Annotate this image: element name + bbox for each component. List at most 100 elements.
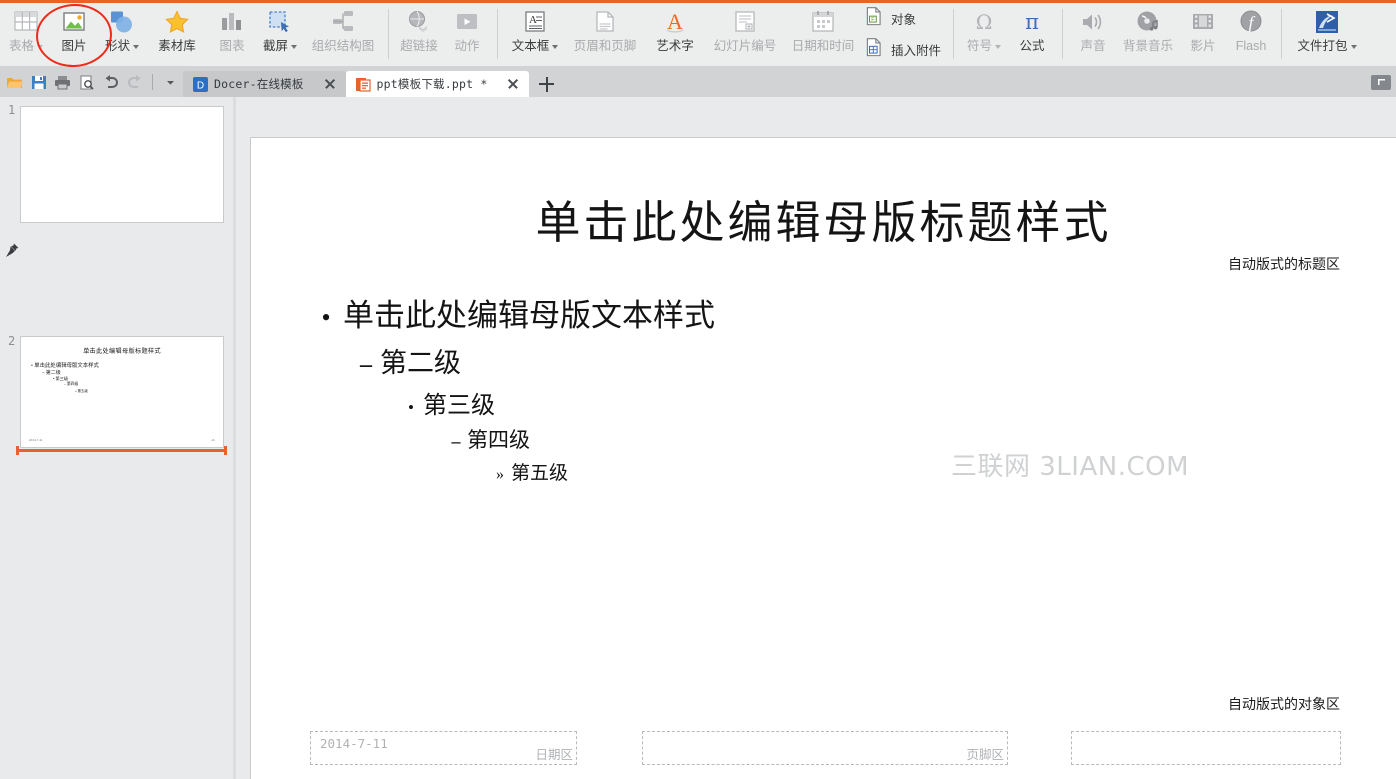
action-icon: [454, 7, 480, 37]
ribbon-group-links: 超链接 动作: [395, 3, 491, 67]
ribbon-button-label: 文件打包: [1298, 39, 1357, 53]
tabbar-right-controls: [1371, 67, 1396, 97]
ribbon-separator: [497, 9, 498, 59]
ribbon-button-formula[interactable]: π 公式: [1008, 3, 1056, 67]
close-icon[interactable]: [505, 76, 521, 92]
bullet-text: 单击此处编辑母版文本样式: [343, 298, 715, 333]
ribbon-button-headerfooter[interactable]: 页眉和页脚: [566, 3, 644, 67]
svg-text:A: A: [529, 14, 537, 26]
ribbon-button-hyperlink[interactable]: 超链接: [395, 3, 443, 67]
tab-docer-online-templates[interactable]: D Docer-在线模板: [183, 71, 346, 97]
slide-canvas[interactable]: 单击此处编辑母版标题样式 • 单击此处编辑母版文本样式 – 第二级 • 第三级 …: [250, 137, 1396, 779]
screenshot-icon: [267, 7, 293, 37]
ribbon-button-label: 表格: [9, 39, 43, 53]
header-footer-icon: [592, 7, 618, 37]
svg-text:Ω: Ω: [976, 10, 993, 34]
redo-icon[interactable]: [126, 74, 143, 91]
package-icon: [1314, 7, 1340, 37]
chevron-down-icon[interactable]: [37, 44, 43, 49]
chevron-down-icon[interactable]: [995, 44, 1002, 49]
ribbon-button-chart[interactable]: 图表: [208, 3, 256, 67]
ribbon-button-datetime[interactable]: 日期和时间: [784, 3, 862, 67]
chevron-down-icon[interactable]: [552, 44, 559, 49]
ribbon-button-action[interactable]: 动作: [443, 3, 491, 67]
bullet-glyph: –: [451, 431, 461, 451]
tab-label: ppt模板下载.ppt *: [376, 77, 488, 91]
new-tab-button[interactable]: [529, 71, 563, 97]
ribbon-group-symbols: Ω 符号 π 公式: [960, 3, 1056, 67]
ribbon-group-media: 声音 背景音乐 影片 f Flash: [1069, 3, 1275, 67]
folder-open-icon[interactable]: [6, 74, 23, 91]
print-icon[interactable]: [54, 74, 71, 91]
ribbon-button-slidenumber[interactable]: 幻灯片编号: [706, 3, 784, 67]
thumbnail-slide-2[interactable]: 单击此处编辑母版标题样式 • 单击此处编辑母版文本样式 – 第二级 • 第三级 …: [20, 336, 224, 448]
ribbon-button-filepackage[interactable]: 文件打包: [1288, 3, 1366, 67]
ribbon-button-label: 形状: [105, 39, 139, 53]
bullet-level-4[interactable]: – 第四级: [445, 424, 715, 454]
table-icon: [13, 7, 39, 37]
ribbon-button-symbol[interactable]: Ω 符号: [960, 3, 1008, 67]
ribbon-button-picture[interactable]: 图片: [50, 3, 98, 67]
ribbon-button-textbox[interactable]: A 文本框: [504, 3, 566, 67]
shapes-icon: [109, 7, 135, 37]
ribbon-button-label: 素材库: [158, 39, 196, 53]
speaker-icon: [1080, 7, 1106, 37]
ribbon-button-flash[interactable]: f Flash: [1227, 3, 1275, 67]
slide-master-body-placeholder[interactable]: • 单击此处编辑母版文本样式 – 第二级 • 第三级 – 第四级 » 第五级: [309, 290, 715, 485]
ribbon-button-label: 文本框: [512, 39, 559, 53]
bullet-level-2[interactable]: – 第二级: [352, 341, 715, 380]
chevron-down-icon[interactable]: [1350, 44, 1357, 49]
ribbon-button-attachment[interactable]: 插入附件: [864, 37, 941, 64]
chevron-down-icon[interactable]: [291, 44, 297, 49]
film-icon: [1190, 7, 1216, 37]
chevron-down-icon[interactable]: [162, 74, 179, 91]
ribbon-group-text: A 文本框 页眉和页脚 A 艺术字 幻灯片编号 日期和时间 F 对象 插入附件: [504, 3, 947, 67]
ribbon-button-movie[interactable]: 影片: [1179, 3, 1227, 67]
ribbon-button-object[interactable]: F 对象: [864, 6, 941, 33]
ribbon-button-sound[interactable]: 声音: [1069, 3, 1117, 67]
ribbon-button-wordart[interactable]: A 艺术字: [644, 3, 706, 67]
mini-slide-title: 单击此处编辑母版标题样式: [83, 348, 161, 355]
pin-icon[interactable]: [4, 242, 20, 258]
ribbon-button-label: 符号: [967, 39, 1002, 53]
close-icon[interactable]: [322, 76, 338, 92]
print-preview-icon[interactable]: [78, 74, 95, 91]
bullet-level-5[interactable]: » 第五级: [489, 458, 715, 485]
footer-placeholder[interactable]: 页脚区: [642, 731, 1008, 765]
ribbon-button-label: Flash: [1235, 39, 1267, 53]
slide-number-icon: [732, 7, 758, 37]
slide-thumbnail-pane[interactable]: 1 2 单击此处编辑母版标题样式 • 单击此处编辑母版文本样式 – 第二级 • …: [0, 97, 233, 779]
restore-window-button[interactable]: [1371, 74, 1391, 90]
ribbon-button-shape[interactable]: 形状: [98, 3, 146, 67]
bullet-level-1[interactable]: • 单击此处编辑母版文本样式: [309, 290, 715, 335]
tab-label: Docer-在线模板: [214, 77, 304, 91]
footer-placeholder-tag: 页脚区: [966, 747, 1004, 762]
chevron-down-icon[interactable]: [133, 44, 139, 49]
ribbon-button-label: 背景音乐: [1123, 39, 1174, 53]
bullet-glyph: •: [408, 398, 414, 417]
tab-ppt-template-download[interactable]: ppt模板下载.ppt *: [345, 71, 530, 97]
date-placeholder-tag: 日期区: [535, 747, 573, 762]
bullet-level-3[interactable]: • 第三级: [399, 385, 715, 420]
ribbon-button-smartart[interactable]: 组织结构图: [304, 3, 382, 67]
slide-master-title[interactable]: 单击此处编辑母版标题样式: [251, 186, 1396, 251]
ribbon-button-label: 页眉和页脚: [573, 39, 637, 53]
date-placeholder[interactable]: 2014-7-11 日期区: [310, 731, 577, 765]
svg-text:A: A: [667, 9, 683, 34]
ribbon-button-table[interactable]: 表格: [2, 3, 50, 67]
slide-number-placeholder[interactable]: [1071, 731, 1341, 765]
flash-icon: f: [1238, 7, 1264, 37]
ribbon-button-capture[interactable]: 截屏: [256, 3, 304, 67]
ribbon-button-label: 组织结构图: [311, 39, 375, 53]
slide-insertion-marker: [16, 446, 227, 455]
undo-icon[interactable]: [102, 74, 119, 91]
ribbon-button-label: 超链接: [400, 39, 438, 53]
chart-icon: [219, 7, 245, 37]
save-icon[interactable]: [30, 74, 47, 91]
thumbnail-slide-1[interactable]: [20, 106, 224, 223]
ribbon-button-bgm[interactable]: 背景音乐: [1117, 3, 1179, 67]
bullet-glyph: »: [496, 466, 504, 483]
ribbon-button-library[interactable]: 素材库: [146, 3, 208, 67]
attachment-icon: [864, 37, 886, 64]
wps-presentation-window: 表格 图片 形状 素材库 图表 截屏 组织结构图 超链接 动作 A 文本框 页眉…: [0, 0, 1396, 779]
